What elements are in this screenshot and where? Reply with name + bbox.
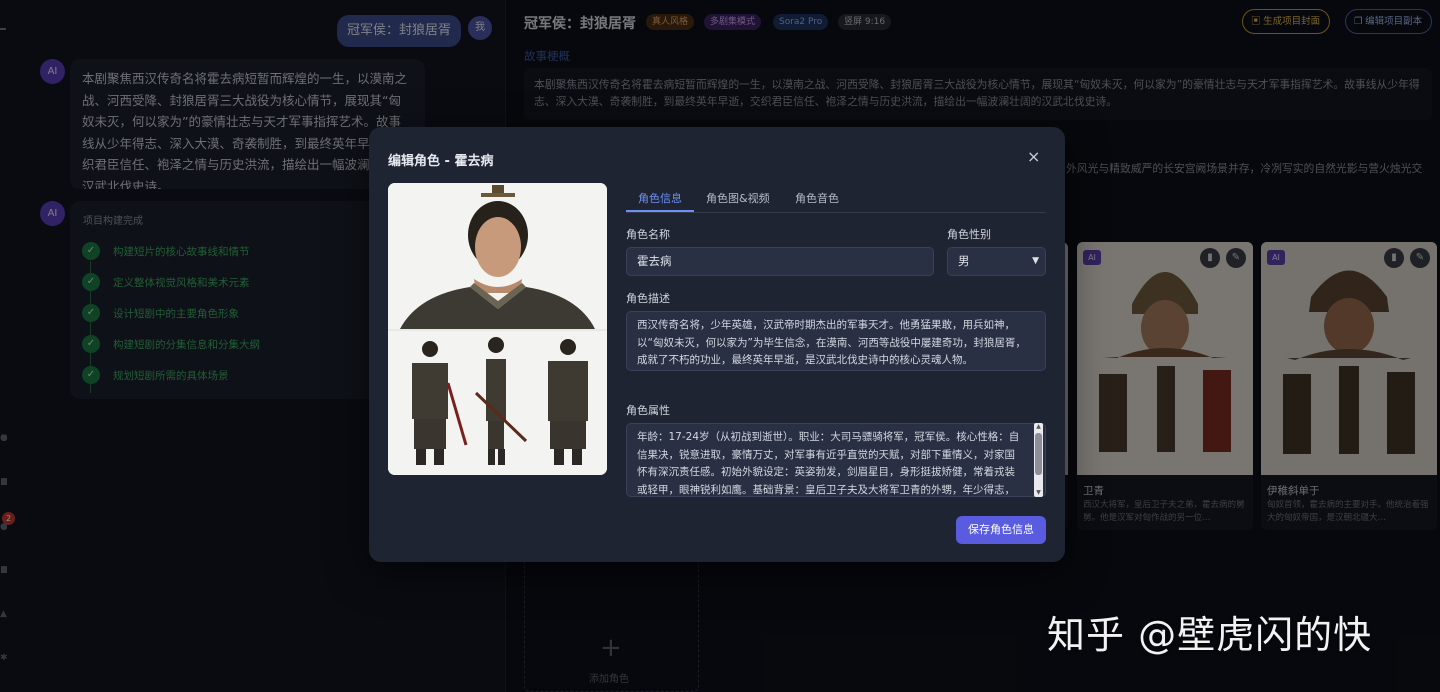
watermark: 知乎 @壁虎闪的快 (1047, 613, 1373, 657)
chevron-down-icon: ▼ (1032, 256, 1039, 266)
scroll-down-icon[interactable]: ▼ (1034, 489, 1043, 497)
attributes-label: 角色属性 (626, 404, 670, 417)
edit-character-dialog: 编辑角色 - 霍去病 × 角色信息 角色图&视频 角色音色 角色名称 霍去病 角… (369, 127, 1065, 562)
gender-label: 角色性别 (947, 228, 991, 241)
gender-value: 男 (958, 254, 970, 268)
character-sheet-illustration (388, 183, 607, 475)
scroll-thumb[interactable] (1035, 433, 1042, 475)
attributes-textarea[interactable]: 年龄：17-24岁（从初战到逝世）。职业：大司马骠骑将军，冠军侯。核心性格：自信… (626, 423, 1046, 497)
scroll-up-icon[interactable]: ▲ (1034, 423, 1043, 431)
description-label: 角色描述 (626, 292, 670, 305)
active-tab-indicator (626, 210, 694, 212)
tab-character-media[interactable]: 角色图&视频 (706, 190, 770, 206)
name-label: 角色名称 (626, 228, 670, 241)
save-character-button[interactable]: 保存角色信息 (956, 516, 1046, 544)
dialog-tabs: 角色信息 角色图&视频 角色音色 (626, 183, 1046, 213)
gender-select[interactable]: 男 ▼ (947, 247, 1046, 276)
name-input[interactable]: 霍去病 (626, 247, 934, 276)
attributes-scrollbar[interactable]: ▲ ▼ (1034, 423, 1043, 497)
character-reference-image[interactable] (388, 183, 607, 475)
close-icon[interactable]: × (1027, 149, 1040, 165)
tab-character-info[interactable]: 角色信息 (638, 190, 682, 206)
tab-character-voice[interactable]: 角色音色 (795, 190, 839, 206)
description-textarea[interactable]: 西汉传奇名将，少年英雄，汉武帝时期杰出的军事天才。他勇猛果敢，用兵如神，以“匈奴… (626, 311, 1046, 371)
dialog-title: 编辑角色 - 霍去病 (388, 154, 494, 169)
